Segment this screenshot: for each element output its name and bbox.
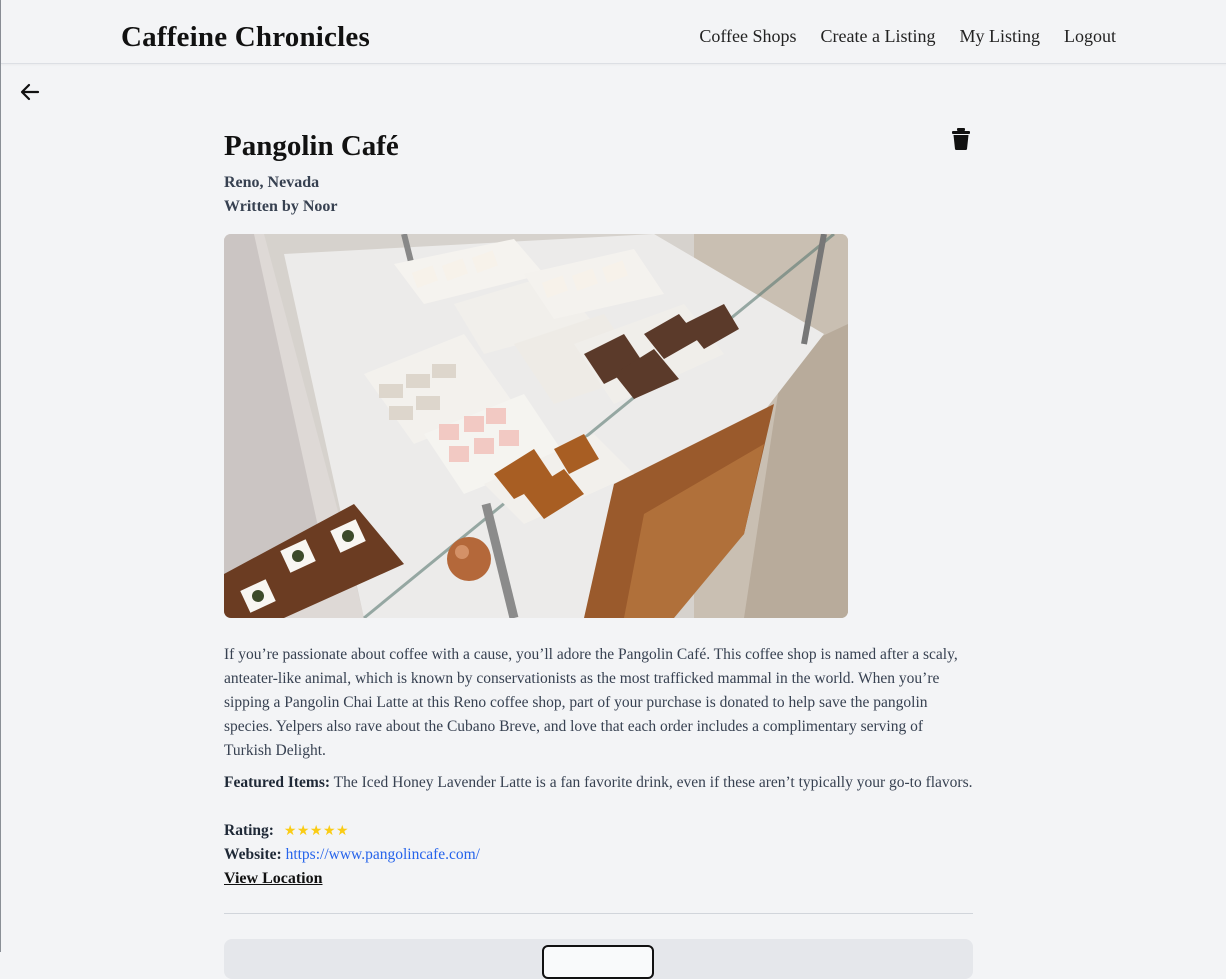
view-location-link[interactable]: View Location [224, 867, 323, 891]
featured-items-text: The Iced Honey Lavender Latte is a fan f… [333, 774, 973, 791]
website-link[interactable]: https://www.pangolincafe.com/ [286, 846, 480, 863]
back-button[interactable] [18, 79, 44, 105]
listing-location: Reno, Nevada [224, 174, 320, 191]
listing-photo [224, 234, 848, 618]
nav-link-logout[interactable]: Logout [1064, 25, 1116, 47]
nav-links: Coffee Shops Create a Listing My Listing… [699, 25, 1116, 47]
nav-link-my-listing[interactable]: My Listing [959, 25, 1040, 47]
top-navbar: Caffeine Chronicles Coffee Shops Create … [1, 0, 1226, 64]
featured-items-label: Featured Items: [224, 774, 331, 791]
website-label: Website: [224, 846, 282, 863]
trash-icon [952, 128, 970, 150]
nav-link-coffee-shops[interactable]: Coffee Shops [699, 25, 796, 47]
site-brand[interactable]: Caffeine Chronicles [121, 19, 370, 55]
cafe-display-photo [224, 234, 848, 618]
featured-items: Featured Items: The Iced Honey Lavender … [224, 771, 973, 795]
website-row: Website: https://www.pangolincafe.com/ [224, 843, 480, 867]
rating-stars-icon: ★★★★★ [283, 823, 350, 839]
rating-row: Rating: ★★★★★ [224, 819, 349, 843]
listing-author: Written by Noor [224, 198, 338, 215]
nav-link-create-listing[interactable]: Create a Listing [821, 25, 936, 47]
comments-panel [224, 939, 973, 979]
divider [224, 913, 973, 914]
arrow-left-icon [20, 83, 40, 101]
rating-label: Rating: [224, 822, 274, 839]
panel-button[interactable] [542, 945, 654, 979]
listing-description: If you’re passionate about coffee with a… [224, 646, 958, 759]
delete-button[interactable] [950, 127, 972, 151]
listing-title: Pangolin Café [224, 130, 399, 162]
